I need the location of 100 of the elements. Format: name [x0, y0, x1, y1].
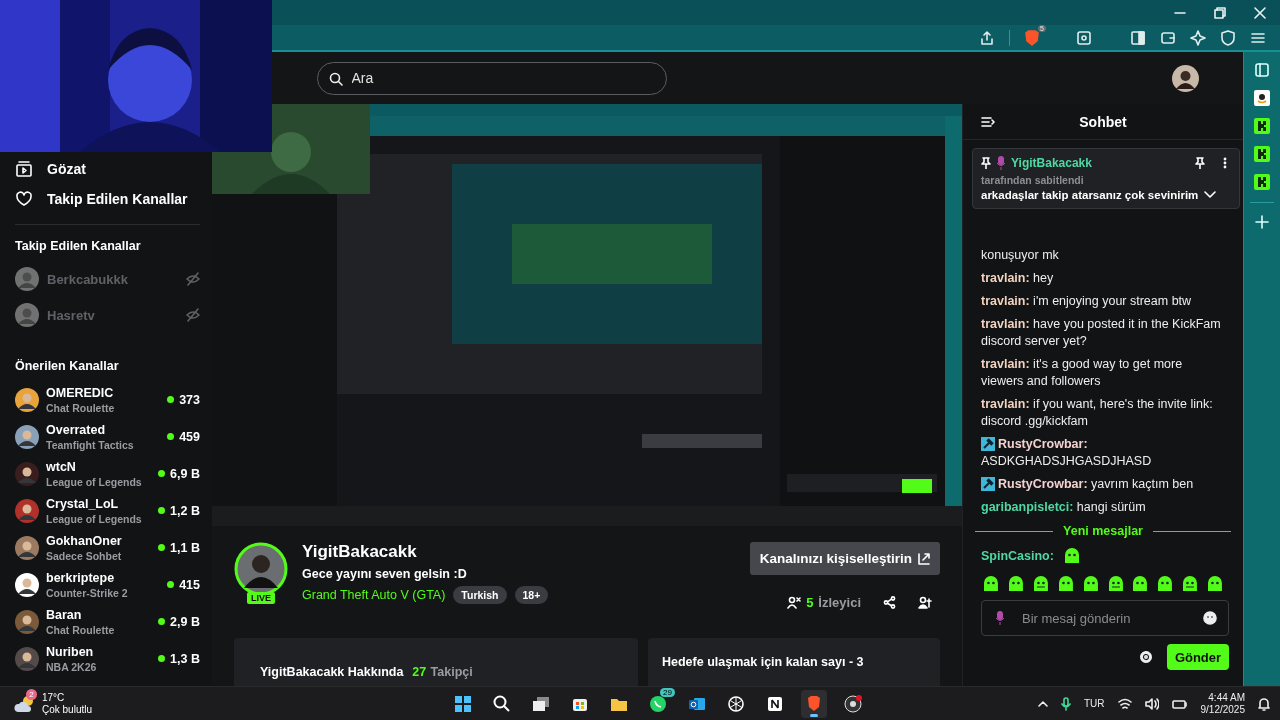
- browse-icon: [15, 160, 33, 178]
- tag[interactable]: 18+: [514, 586, 549, 604]
- follower-label: Takipçi: [430, 665, 473, 679]
- chat-message: travlain: i'm enjoying your stream btw: [981, 293, 1193, 310]
- expand-icon[interactable]: [1204, 191, 1217, 199]
- customize-button[interactable]: Kanalınızı kişiselleştirin: [749, 542, 940, 575]
- channel-name: OMEREDIC: [46, 385, 115, 400]
- channel-category: Chat Roulette: [46, 401, 116, 414]
- battery-icon[interactable]: [1171, 697, 1188, 710]
- user-settings-icon[interactable]: [918, 595, 932, 610]
- language-indicator[interactable]: TUR: [1083, 698, 1105, 709]
- channel-link[interactable]: Baran Chat Roulette 2,9 B: [15, 603, 200, 640]
- channel-link[interactable]: berkriptepe Counter-Strike 2 415: [15, 566, 200, 603]
- app-icon[interactable]: [1254, 118, 1270, 134]
- channel-name: Overrated: [46, 422, 107, 437]
- external-link-icon: [918, 552, 930, 565]
- nav-link[interactable]: Takip Edilen Kanallar: [15, 184, 200, 214]
- start-icon: [453, 693, 473, 714]
- channel-link[interactable]: wtcN League of Legends 6,9 B: [15, 455, 200, 492]
- viewer-count: 1,1 B: [158, 540, 200, 555]
- viewers-icon: [787, 595, 802, 610]
- shop-icon[interactable]: [1254, 90, 1270, 106]
- channel-name: YigitBakacakk: [302, 542, 418, 562]
- restore-icon[interactable]: [1214, 6, 1226, 19]
- emoji-icon[interactable]: [1203, 611, 1217, 625]
- viewer-count: 1,2 B: [158, 503, 200, 518]
- channel-link[interactable]: OMEREDIC Chat Roulette 373: [15, 381, 200, 418]
- search-field[interactable]: Ara: [316, 61, 667, 95]
- avatar: [15, 646, 39, 671]
- chat-message: RustyCrowbar: yavrım kaçtım ben: [981, 476, 1223, 493]
- viewer-count: 6,9 B: [158, 466, 200, 481]
- search-icon: [328, 71, 343, 86]
- notification-icon[interactable]: [1258, 696, 1270, 711]
- wallet-icon[interactable]: [1160, 29, 1176, 46]
- channel-name: GokhanOner: [46, 533, 123, 548]
- channel-link[interactable]: Crystal_LoL League of Legends 1,2 B: [15, 492, 200, 529]
- chevron-up-icon[interactable]: [1037, 699, 1048, 708]
- moderator-icon: [981, 437, 995, 451]
- channel-link[interactable]: Nuriben NBA 2K26 1,3 B: [15, 640, 200, 677]
- category-link[interactable]: Grand Theft Auto V (GTA): [302, 588, 446, 602]
- viewer-count: 415: [167, 577, 200, 592]
- reader-icon[interactable]: [1076, 29, 1092, 46]
- avatar: [15, 424, 39, 449]
- sidebar-icon[interactable]: [1254, 62, 1270, 78]
- settings-icon[interactable]: [1139, 650, 1153, 664]
- chat-username: YigitBakacakk: [1011, 156, 1092, 170]
- more-icon[interactable]: [1223, 157, 1227, 169]
- viewer-label: İzleyici: [818, 595, 861, 610]
- chat-message: RustyCrowbar: ASDKGHADSJHGASDJHASD: [981, 436, 1153, 470]
- section-title: Önerilen Kanallar: [15, 359, 120, 373]
- avatar[interactable]: [1172, 65, 1199, 92]
- search-icon: [492, 693, 512, 714]
- channel-link[interactable]: Overrated Teamfight Tactics 459: [15, 418, 200, 455]
- chat-message: travlain: if you want, here's the invite link: discord .gg/kickfam: [981, 396, 1214, 430]
- emote-icon[interactable]: [981, 574, 1001, 594]
- wifi-icon[interactable]: [1117, 697, 1132, 710]
- tag[interactable]: Turkish: [453, 586, 507, 604]
- close-icon[interactable]: [1254, 6, 1266, 19]
- nav-link[interactable]: Gözat: [15, 154, 200, 184]
- app-icon[interactable]: [1254, 174, 1270, 190]
- clock[interactable]: 4:44 AM 9/12/2025: [1200, 691, 1245, 716]
- chat-title: Sohbet: [1079, 113, 1127, 130]
- weather-widget[interactable]: 2 17°C Çok bulutlu: [14, 691, 414, 716]
- sparkle-icon[interactable]: [1190, 29, 1206, 46]
- offline-icon: [186, 272, 200, 286]
- avatar: [15, 303, 39, 327]
- channel-category: Counter-Strike 2: [46, 586, 129, 599]
- avatar: [15, 267, 39, 291]
- share-icon[interactable]: [883, 596, 896, 609]
- viewer-count: 373: [167, 392, 200, 407]
- chat-message: travlain: have you posted it in the KickFam discord server yet?: [981, 316, 1222, 350]
- channel-link[interactable]: GokhanOner Sadece Sohbet 1,1 B: [15, 529, 200, 566]
- chat-message: garibanpisletci: hangi sürüm: [981, 499, 1147, 516]
- shield-icon[interactable]: [1220, 29, 1236, 46]
- chat-message: konuşuyor mk: [981, 247, 1060, 264]
- channel-category: Sadece Sohbet: [46, 549, 123, 562]
- channel-category: League of Legends: [46, 475, 143, 488]
- taskbar-app[interactable]: [801, 689, 827, 718]
- send-button[interactable]: Gönder: [1167, 644, 1229, 670]
- app-icon[interactable]: [1254, 146, 1270, 162]
- chat-message: travlain: it's a good way to get more viewers and followers: [981, 356, 1184, 390]
- volume-icon[interactable]: [1144, 697, 1159, 710]
- new-messages-label: Yeni mesajlar: [1063, 524, 1143, 538]
- message-field[interactable]: Bir mesaj gönderin: [981, 600, 1229, 636]
- section-title: Takip Edilen Kanallar: [15, 239, 142, 253]
- add-icon[interactable]: [1255, 215, 1269, 229]
- viewer-count: 1,3 B: [158, 651, 200, 666]
- viewer-count: 5: [806, 595, 814, 610]
- sidebar-toggle-icon[interactable]: [1130, 29, 1146, 46]
- collapse-icon[interactable]: [981, 114, 995, 129]
- microphone-icon: [995, 610, 1005, 626]
- unpin-icon[interactable]: [1195, 157, 1205, 169]
- channel-category: Teamfight Tactics: [46, 438, 135, 451]
- viewer-count: 459: [167, 429, 200, 444]
- share-icon[interactable]: [979, 29, 995, 46]
- avatar: [15, 498, 39, 523]
- chat-icon: [648, 693, 668, 714]
- microphone-icon[interactable]: [1060, 696, 1071, 711]
- avatar: [15, 461, 39, 486]
- viewer-count: 2,9 B: [158, 614, 200, 629]
